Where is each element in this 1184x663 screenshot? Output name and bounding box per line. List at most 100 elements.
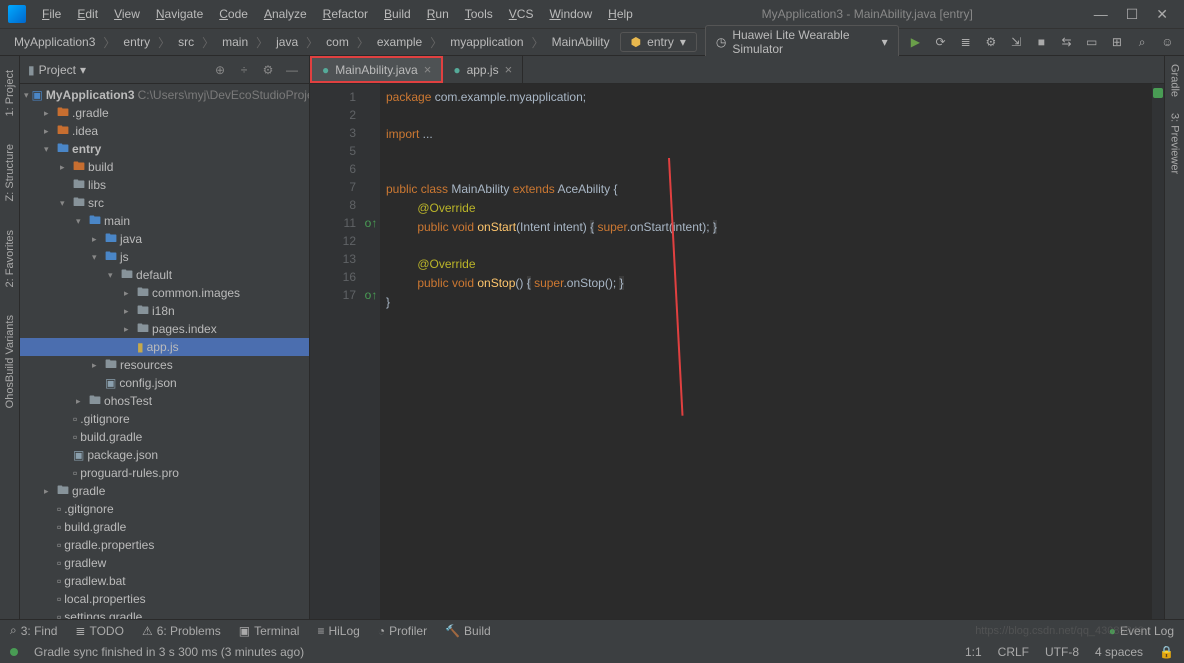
device-dropdown[interactable]: ◷ Huawei Lite Wearable Simulator ▾ — [705, 25, 899, 59]
tree-item[interactable]: ▾🖿 js — [20, 248, 309, 266]
tool-window-tab[interactable]: 2: Favorites — [4, 226, 16, 291]
menu-help[interactable]: Help — [600, 3, 641, 25]
breadcrumb-item[interactable]: entry — [117, 33, 156, 51]
tree-item[interactable]: ▾🖿 default — [20, 266, 309, 284]
maximize-icon[interactable]: ☐ — [1126, 6, 1139, 23]
breadcrumb-item[interactable]: MyApplication3 — [8, 33, 101, 51]
bottom-tool-todo[interactable]: ≣TODO — [75, 624, 124, 638]
tool-window-tab[interactable]: Z: Structure — [4, 140, 16, 205]
breadcrumb-item[interactable]: myapplication — [444, 33, 529, 51]
sdk-icon[interactable]: ⊞ — [1108, 32, 1125, 52]
lock-icon[interactable]: 🔒 — [1159, 645, 1174, 659]
tree-item[interactable]: ▫ settings.gradle — [20, 608, 309, 619]
tree-item[interactable]: ▫ proguard-rules.pro — [20, 464, 309, 482]
profiler-icon[interactable]: ⚙ — [982, 32, 999, 52]
tree-item[interactable]: ▾🖿 entry — [20, 140, 309, 158]
tree-item[interactable]: ▸🖿 gradle — [20, 482, 309, 500]
close-tab-icon[interactable]: × — [424, 62, 432, 77]
caret-position[interactable]: 1:1 — [965, 645, 982, 659]
editor-tab[interactable]: ●MainAbility.java× — [310, 56, 443, 83]
bottom-tool-terminal[interactable]: ▣Terminal — [239, 624, 300, 638]
tree-item[interactable]: ▫ .gitignore — [20, 410, 309, 428]
attach-icon[interactable]: ⇲ — [1008, 32, 1025, 52]
menu-code[interactable]: Code — [211, 3, 256, 25]
tree-item[interactable]: ▣ package.json — [20, 446, 309, 464]
breadcrumb-item[interactable]: java — [270, 33, 304, 51]
tree-item[interactable]: ▫ local.properties — [20, 590, 309, 608]
bottom-tool-6-problems[interactable]: ⚠6: Problems — [142, 624, 221, 638]
project-view-selector[interactable]: ▮ Project ▾ — [28, 63, 205, 77]
tree-item[interactable]: ▸🖿 pages.index — [20, 320, 309, 338]
tree-item[interactable]: ▮ app.js — [20, 338, 309, 356]
bottom-tool-3-find[interactable]: ⌕3: Find — [10, 623, 57, 638]
tree-item[interactable]: ▸🖿 i18n — [20, 302, 309, 320]
bottom-tool-hilog[interactable]: ≡HiLog — [317, 624, 359, 638]
tree-item[interactable]: 🖿 libs — [20, 176, 309, 194]
tree-root[interactable]: ▾▣ MyApplication3 C:\Users\myj\DevEcoStu… — [20, 86, 309, 104]
tree-item[interactable]: ▾🖿 src — [20, 194, 309, 212]
indent-setting[interactable]: 4 spaces — [1095, 645, 1143, 659]
file-encoding[interactable]: UTF-8 — [1045, 645, 1079, 659]
override-mark-icon[interactable]: o↑ — [362, 286, 380, 304]
gear-icon[interactable]: ⚙ — [259, 63, 277, 77]
bottom-tool-profiler[interactable]: ◔Profiler — [378, 624, 427, 638]
tree-item[interactable]: ▸🖿 ohosTest — [20, 392, 309, 410]
breadcrumb-item[interactable]: src — [172, 33, 200, 51]
menu-refactor[interactable]: Refactor — [315, 3, 376, 25]
breadcrumb-item[interactable]: example — [371, 33, 428, 51]
menu-view[interactable]: View — [106, 3, 148, 25]
editor-tab[interactable]: ●app.js× — [443, 56, 523, 83]
menu-edit[interactable]: Edit — [69, 3, 106, 25]
tool-window-tab[interactable]: 3: Previewer — [1169, 105, 1181, 182]
expand-icon[interactable]: ÷ — [235, 63, 253, 77]
avd-icon[interactable]: ▭ — [1083, 32, 1100, 52]
project-tree[interactable]: ▾▣ MyApplication3 C:\Users\myj\DevEcoStu… — [20, 84, 309, 619]
run-icon[interactable]: ▶ — [907, 32, 924, 52]
hide-icon[interactable]: — — [283, 63, 301, 77]
tree-item[interactable]: ▣ config.json — [20, 374, 309, 392]
tree-item[interactable]: ▸🖿 common.images — [20, 284, 309, 302]
menu-run[interactable]: Run — [419, 3, 457, 25]
tree-item[interactable]: ▫ gradlew — [20, 554, 309, 572]
editor-content[interactable]: 12356781112131617 o↑ o↑ package com.exam… — [310, 84, 1164, 619]
line-separator[interactable]: CRLF — [998, 645, 1029, 659]
minimize-icon[interactable]: — — [1094, 6, 1108, 23]
tree-item[interactable]: ▾🖿 main — [20, 212, 309, 230]
menu-analyze[interactable]: Analyze — [256, 3, 315, 25]
tree-item[interactable]: ▫ gradle.properties — [20, 536, 309, 554]
coverage-icon[interactable]: ≣ — [957, 32, 974, 52]
run-config-dropdown[interactable]: ⬢ entry ▾ — [620, 32, 697, 52]
tree-item[interactable]: ▸🖿 java — [20, 230, 309, 248]
breadcrumb-item[interactable]: MainAbility — [546, 33, 616, 51]
breadcrumb-item[interactable]: main — [216, 33, 254, 51]
menu-build[interactable]: Build — [376, 3, 419, 25]
debug-icon[interactable]: ⟳ — [932, 32, 949, 52]
select-opened-icon[interactable]: ⊕ — [211, 63, 229, 77]
breadcrumb-item[interactable]: com — [320, 33, 355, 51]
tool-window-tab[interactable]: 1: Project — [4, 66, 16, 120]
tree-item[interactable]: ▫ .gitignore — [20, 500, 309, 518]
sync-icon[interactable]: ⇆ — [1058, 32, 1075, 52]
tree-item[interactable]: ▫ build.gradle — [20, 428, 309, 446]
menu-vcs[interactable]: VCS — [501, 3, 542, 25]
tree-item[interactable]: ▸🖿 resources — [20, 356, 309, 374]
tool-window-tab[interactable]: Gradle — [1169, 56, 1181, 105]
tool-window-tab[interactable]: OhosBuild Variants — [4, 311, 16, 412]
code-text[interactable]: package com.example.myapplication; impor… — [380, 84, 1152, 619]
menu-navigate[interactable]: Navigate — [148, 3, 211, 25]
inspection-ok-icon[interactable] — [1153, 88, 1163, 98]
menu-file[interactable]: File — [34, 3, 69, 25]
tree-item[interactable]: ▸🖿 .gradle — [20, 104, 309, 122]
override-mark-icon[interactable]: o↑ — [362, 214, 380, 232]
user-icon[interactable]: ☺ — [1159, 32, 1176, 52]
tree-item[interactable]: ▫ gradlew.bat — [20, 572, 309, 590]
search-icon[interactable]: ⌕ — [1134, 32, 1151, 52]
menu-window[interactable]: Window — [541, 3, 600, 25]
close-tab-icon[interactable]: × — [505, 62, 513, 77]
bottom-tool-build[interactable]: 🔨Build — [445, 624, 491, 638]
tree-item[interactable]: ▸🖿 .idea — [20, 122, 309, 140]
menu-tools[interactable]: Tools — [457, 3, 501, 25]
tree-item[interactable]: ▫ build.gradle — [20, 518, 309, 536]
close-icon[interactable]: ✕ — [1156, 6, 1168, 23]
tree-item[interactable]: ▸🖿 build — [20, 158, 309, 176]
